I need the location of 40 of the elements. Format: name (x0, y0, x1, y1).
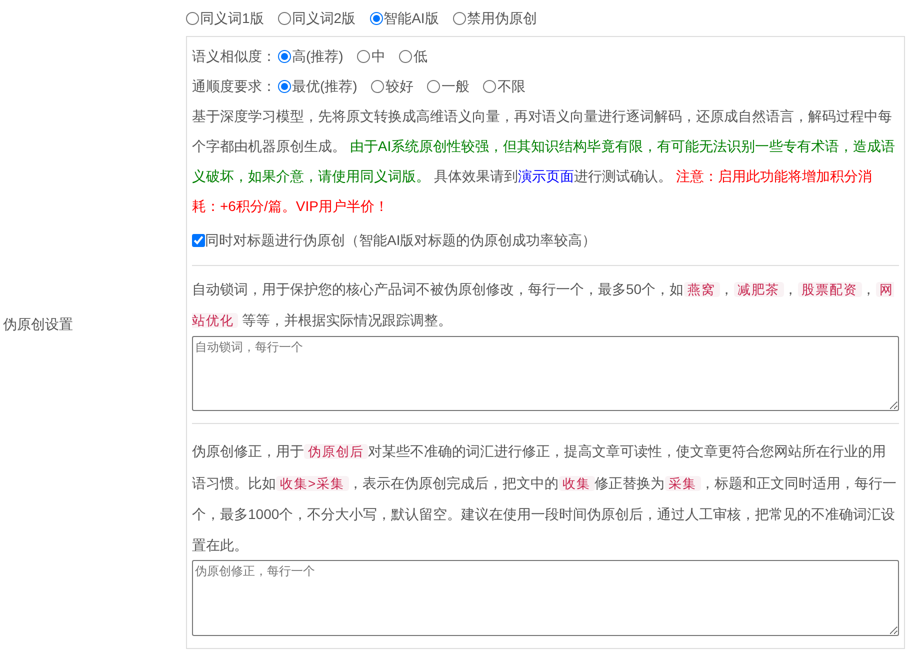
radio-option[interactable]: 最优(推荐) (278, 76, 358, 96)
checkbox[interactable] (192, 234, 205, 246)
demo-page-link[interactable]: 演示页面 (518, 168, 574, 184)
radio-button[interactable] (483, 80, 496, 92)
radio-option[interactable]: 一般 (427, 76, 470, 96)
lock-words-description: 自动锁词，用于保护您的核心产品词不被伪原创修改，每行一个，最多50个，如 燕窝 ， 减肥茶 ， 股票配资 ， 网站优化 等等，并根据实际情况跟踪调整。 (192, 280, 895, 330)
radio-button[interactable] (278, 50, 291, 62)
radio-option[interactable]: 高(推荐) (278, 46, 344, 66)
radio-button[interactable] (278, 12, 291, 25)
radio-button[interactable] (278, 80, 291, 92)
section-label: 伪原创设置 (2, 315, 73, 334)
radio-option[interactable]: 同义词2版 (278, 8, 356, 29)
radio-option[interactable]: 同义词1版 (186, 8, 264, 29)
keyword-tag: 股票配资 (798, 282, 862, 297)
lock-words-field[interactable]: 自动锁词，每行一个 (192, 336, 899, 411)
ai-description: 基于深度学习模型，先将原文转换成高维语义向量，再对语义向量进行逐词解码，还原成自然语言，解码过程中每个字都由机器原创生成。 由于AI系统原创性较强，但其知识结构毕竟有限，有可能无法识别一些专有术语，造成语义破坏，如果介意，请使用同义词版。 具体效果请到演示页面进行测试确认。 注意：启用此功能将增加积分消耗：+6积分/篇。VIP用户半价！ (192, 107, 896, 216)
field-label: 通顺度要求： (192, 76, 276, 96)
radio-option[interactable]: 智能AI版 (370, 8, 439, 29)
radio-button[interactable] (370, 12, 383, 25)
field-label: 语义相似度： (192, 46, 276, 66)
keyword-tag: 燕窝 (684, 282, 720, 297)
radio-option[interactable]: 低 (399, 46, 428, 66)
keyword-tag: 收集 (558, 476, 595, 490)
keyword-tag: 减肥茶 (734, 282, 784, 297)
title-checkbox[interactable]: 同时对标题进行伪原创（智能AI版对标题的伪原创成功率较高） (192, 223, 899, 257)
correction-field[interactable]: 伪原创修正，每行一个 (192, 560, 899, 636)
radio-button[interactable] (399, 50, 412, 62)
radio-button[interactable] (427, 80, 440, 92)
radio-option[interactable]: 不限 (483, 76, 526, 96)
keyword-tag: 采集 (664, 476, 701, 490)
radio-button[interactable] (186, 12, 199, 25)
keyword-tag: 收集>采集 (276, 476, 349, 490)
radio-option[interactable]: 禁用伪原创 (452, 8, 537, 29)
radio-option[interactable]: 中 (357, 46, 386, 66)
correction-description: 伪原创修正，用于 伪原创后 对某些不准确的词汇进行修正，提高文章可读性，使文章更符合您网站所在行业的用语习惯。比如 收集>采集 ，表示在伪原创完成后，把文中的 收集 修正替换为 采集 ，标题和正文同时适用，每行一个，最多1000个，不分大小写，默认留空。建议在使用一段时间伪原创后，通过人工审核，把常见的不准确词汇设置在此。 (192, 442, 898, 554)
keyword-tag: 伪原创后 (304, 444, 368, 459)
radio-option[interactable]: 较好 (371, 76, 414, 96)
radio-button[interactable] (371, 80, 384, 92)
radio-button[interactable] (452, 12, 466, 25)
radio-button[interactable] (357, 50, 370, 62)
